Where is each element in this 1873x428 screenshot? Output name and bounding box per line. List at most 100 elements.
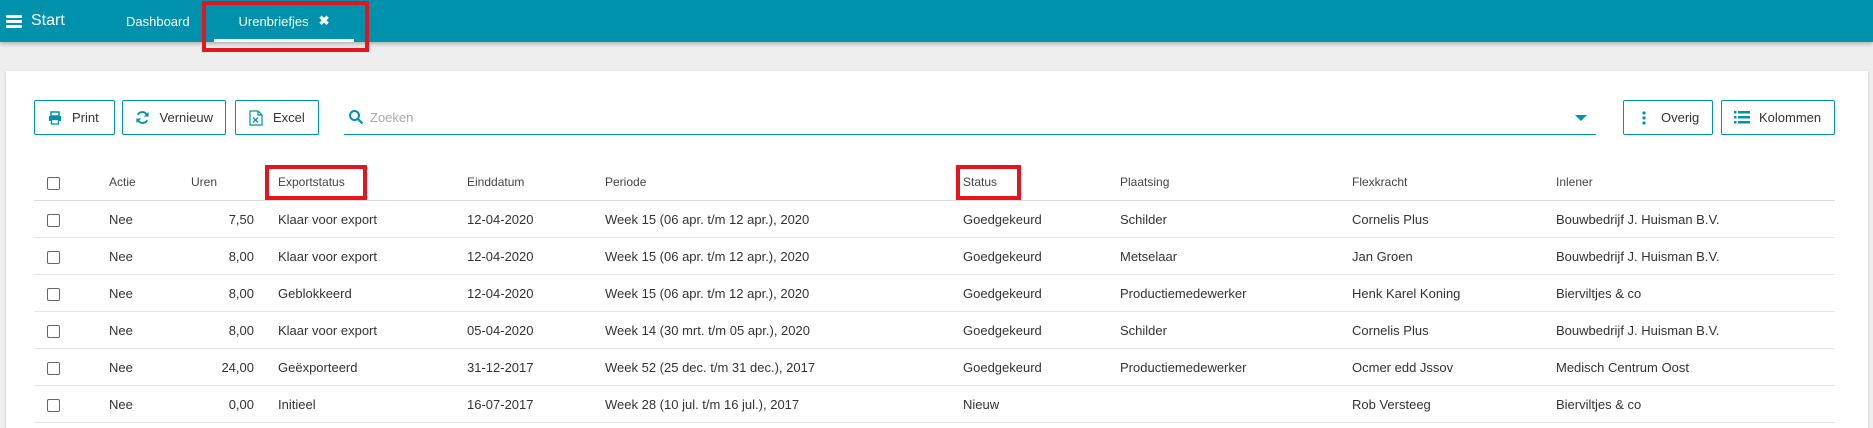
tab-urenbriefjes[interactable]: Urenbriefjes ✖: [214, 0, 354, 42]
table-row[interactable]: Nee 8,00 Klaar voor export 12-04-2020 We…: [34, 238, 1835, 275]
header-flexkracht[interactable]: Flexkracht: [1352, 164, 1407, 200]
excel-icon: [248, 109, 264, 126]
tab-urenbriefjes-label: Urenbriefjes: [238, 13, 309, 29]
cell-exportstatus: Klaar voor export: [278, 248, 377, 264]
cell-status: Nieuw: [963, 396, 1000, 412]
cell-actie: Nee: [109, 359, 133, 375]
print-icon: [47, 110, 63, 126]
row-checkbox[interactable]: [47, 251, 60, 264]
table-row[interactable]: Nee 8,00 Klaar voor export 05-04-2020 We…: [34, 312, 1835, 349]
cell-inlener: Bouwbedrijf J. Huisman B.V.: [1556, 322, 1720, 338]
caret-down-icon[interactable]: [1575, 115, 1587, 121]
cell-einddatum: 05-04-2020: [467, 322, 534, 338]
table-row[interactable]: Nee 24,00 Geëxporteerd 31-12-2017 Week 5…: [34, 349, 1835, 386]
header-exportstatus[interactable]: Exportstatus: [278, 164, 345, 200]
cell-periode: Week 15 (06 apr. t/m 12 apr.), 2020: [605, 285, 810, 301]
header-inlener[interactable]: Inlener: [1556, 164, 1593, 200]
cell-exportstatus: Initieel: [278, 396, 316, 412]
cell-einddatum: 16-07-2017: [467, 396, 534, 412]
header-uren[interactable]: Uren: [191, 164, 217, 200]
search-bar[interactable]: [344, 100, 1596, 135]
start-menu-button[interactable]: Start: [6, 0, 65, 42]
cell-plaatsing: Metselaar: [1120, 248, 1178, 264]
menu-icon: [6, 14, 22, 28]
row-checkbox[interactable]: [47, 325, 60, 338]
tab-dashboard-label: Dashboard: [126, 13, 190, 29]
kolommen-button[interactable]: Kolommen: [1721, 100, 1835, 135]
cell-exportstatus: Geëxporteerd: [278, 359, 358, 375]
cell-periode: Week 52 (25 dec. t/m 31 dec.), 2017: [605, 359, 816, 375]
refresh-icon: [135, 110, 151, 126]
cell-actie: Nee: [109, 211, 133, 227]
row-checkbox[interactable]: [47, 288, 60, 301]
cell-einddatum: 31-12-2017: [467, 359, 534, 375]
row-checkbox[interactable]: [47, 399, 60, 412]
columns-list-icon: [1734, 110, 1750, 126]
cell-plaatsing: Schilder: [1120, 211, 1167, 227]
cell-plaatsing: Schilder: [1120, 322, 1167, 338]
cell-uren: 8,00: [228, 285, 254, 301]
excel-export-button[interactable]: Excel: [235, 100, 319, 135]
cell-inlener: Bouwbedrijf J. Huisman B.V.: [1556, 248, 1720, 264]
table-row[interactable]: Nee 8,00 Geblokkeerd 12-04-2020 Week 15 …: [34, 275, 1835, 312]
table-row[interactable]: Nee 0,00 Initieel 16-07-2017 Week 28 (10…: [34, 386, 1835, 423]
overig-label: Overig: [1661, 110, 1700, 125]
search-icon: [349, 110, 364, 125]
refresh-button[interactable]: Vernieuw: [122, 100, 226, 135]
overig-button[interactable]: Overig: [1623, 100, 1713, 135]
cell-actie: Nee: [109, 396, 133, 412]
row-checkbox[interactable]: [47, 362, 60, 375]
cell-uren: 24,00: [221, 359, 254, 375]
tab-dashboard[interactable]: Dashboard: [126, 0, 190, 42]
cell-einddatum: 12-04-2020: [467, 285, 534, 301]
more-vertical-icon: [1636, 110, 1652, 126]
print-button[interactable]: Print: [34, 100, 115, 135]
excel-label: Excel: [273, 110, 305, 125]
table-row[interactable]: Nee 7,50 Klaar voor export 12-04-2020 We…: [34, 201, 1835, 238]
kolommen-label: Kolommen: [1759, 110, 1822, 125]
active-tab-indicator: [214, 39, 354, 42]
close-icon[interactable]: ✖: [319, 13, 330, 29]
cell-status: Goedgekeurd: [963, 285, 1042, 301]
top-bar: Start Dashboard Urenbriefjes ✖: [0, 0, 1873, 42]
table-header-row: Actie Uren Exportstatus Einddatum Period…: [34, 164, 1835, 201]
vernieuw-label: Vernieuw: [159, 110, 213, 125]
cell-exportstatus: Klaar voor export: [278, 322, 377, 338]
cell-periode: Week 28 (10 jul. t/m 16 jul.), 2017: [605, 396, 800, 412]
header-actie[interactable]: Actie: [109, 164, 136, 200]
cell-uren: 7,50: [228, 211, 254, 227]
cell-flexkracht: Henk Karel Koning: [1352, 285, 1461, 301]
cell-exportstatus: Klaar voor export: [278, 211, 377, 227]
start-label: Start: [31, 12, 65, 29]
cell-plaatsing: Productiemedewerker: [1120, 359, 1247, 375]
cell-einddatum: 12-04-2020: [467, 211, 534, 227]
cell-flexkracht: Cornelis Plus: [1352, 322, 1429, 338]
header-periode[interactable]: Periode: [605, 164, 646, 200]
cell-inlener: Bierviltjes & co: [1556, 285, 1642, 301]
cell-periode: Week 15 (06 apr. t/m 12 apr.), 2020: [605, 211, 810, 227]
cell-uren: 0,00: [228, 396, 254, 412]
header-plaatsing[interactable]: Plaatsing: [1120, 164, 1169, 200]
cell-status: Goedgekeurd: [963, 359, 1042, 375]
header-einddatum[interactable]: Einddatum: [467, 164, 524, 200]
cell-actie: Nee: [109, 285, 133, 301]
row-checkbox[interactable]: [47, 214, 60, 227]
cell-plaatsing: Productiemedewerker: [1120, 285, 1247, 301]
cell-flexkracht: Ocmer edd Jssov: [1352, 359, 1454, 375]
search-input[interactable]: [370, 109, 1596, 125]
header-status[interactable]: Status: [963, 164, 997, 200]
print-label: Print: [72, 110, 99, 125]
cell-inlener: Medisch Centrum Oost: [1556, 359, 1689, 375]
cell-inlener: Bierviltjes & co: [1556, 396, 1642, 412]
urenbriefjes-table: Actie Uren Exportstatus Einddatum Period…: [34, 164, 1835, 423]
cell-flexkracht: Cornelis Plus: [1352, 211, 1429, 227]
cell-uren: 8,00: [228, 322, 254, 338]
cell-flexkracht: Rob Versteeg: [1352, 396, 1431, 412]
cell-einddatum: 12-04-2020: [467, 248, 534, 264]
select-all-checkbox[interactable]: [47, 177, 60, 190]
cell-actie: Nee: [109, 322, 133, 338]
cell-periode: Week 14 (30 mrt. t/m 05 apr.), 2020: [605, 322, 810, 338]
cell-status: Goedgekeurd: [963, 322, 1042, 338]
cell-actie: Nee: [109, 248, 133, 264]
cell-uren: 8,00: [228, 248, 254, 264]
